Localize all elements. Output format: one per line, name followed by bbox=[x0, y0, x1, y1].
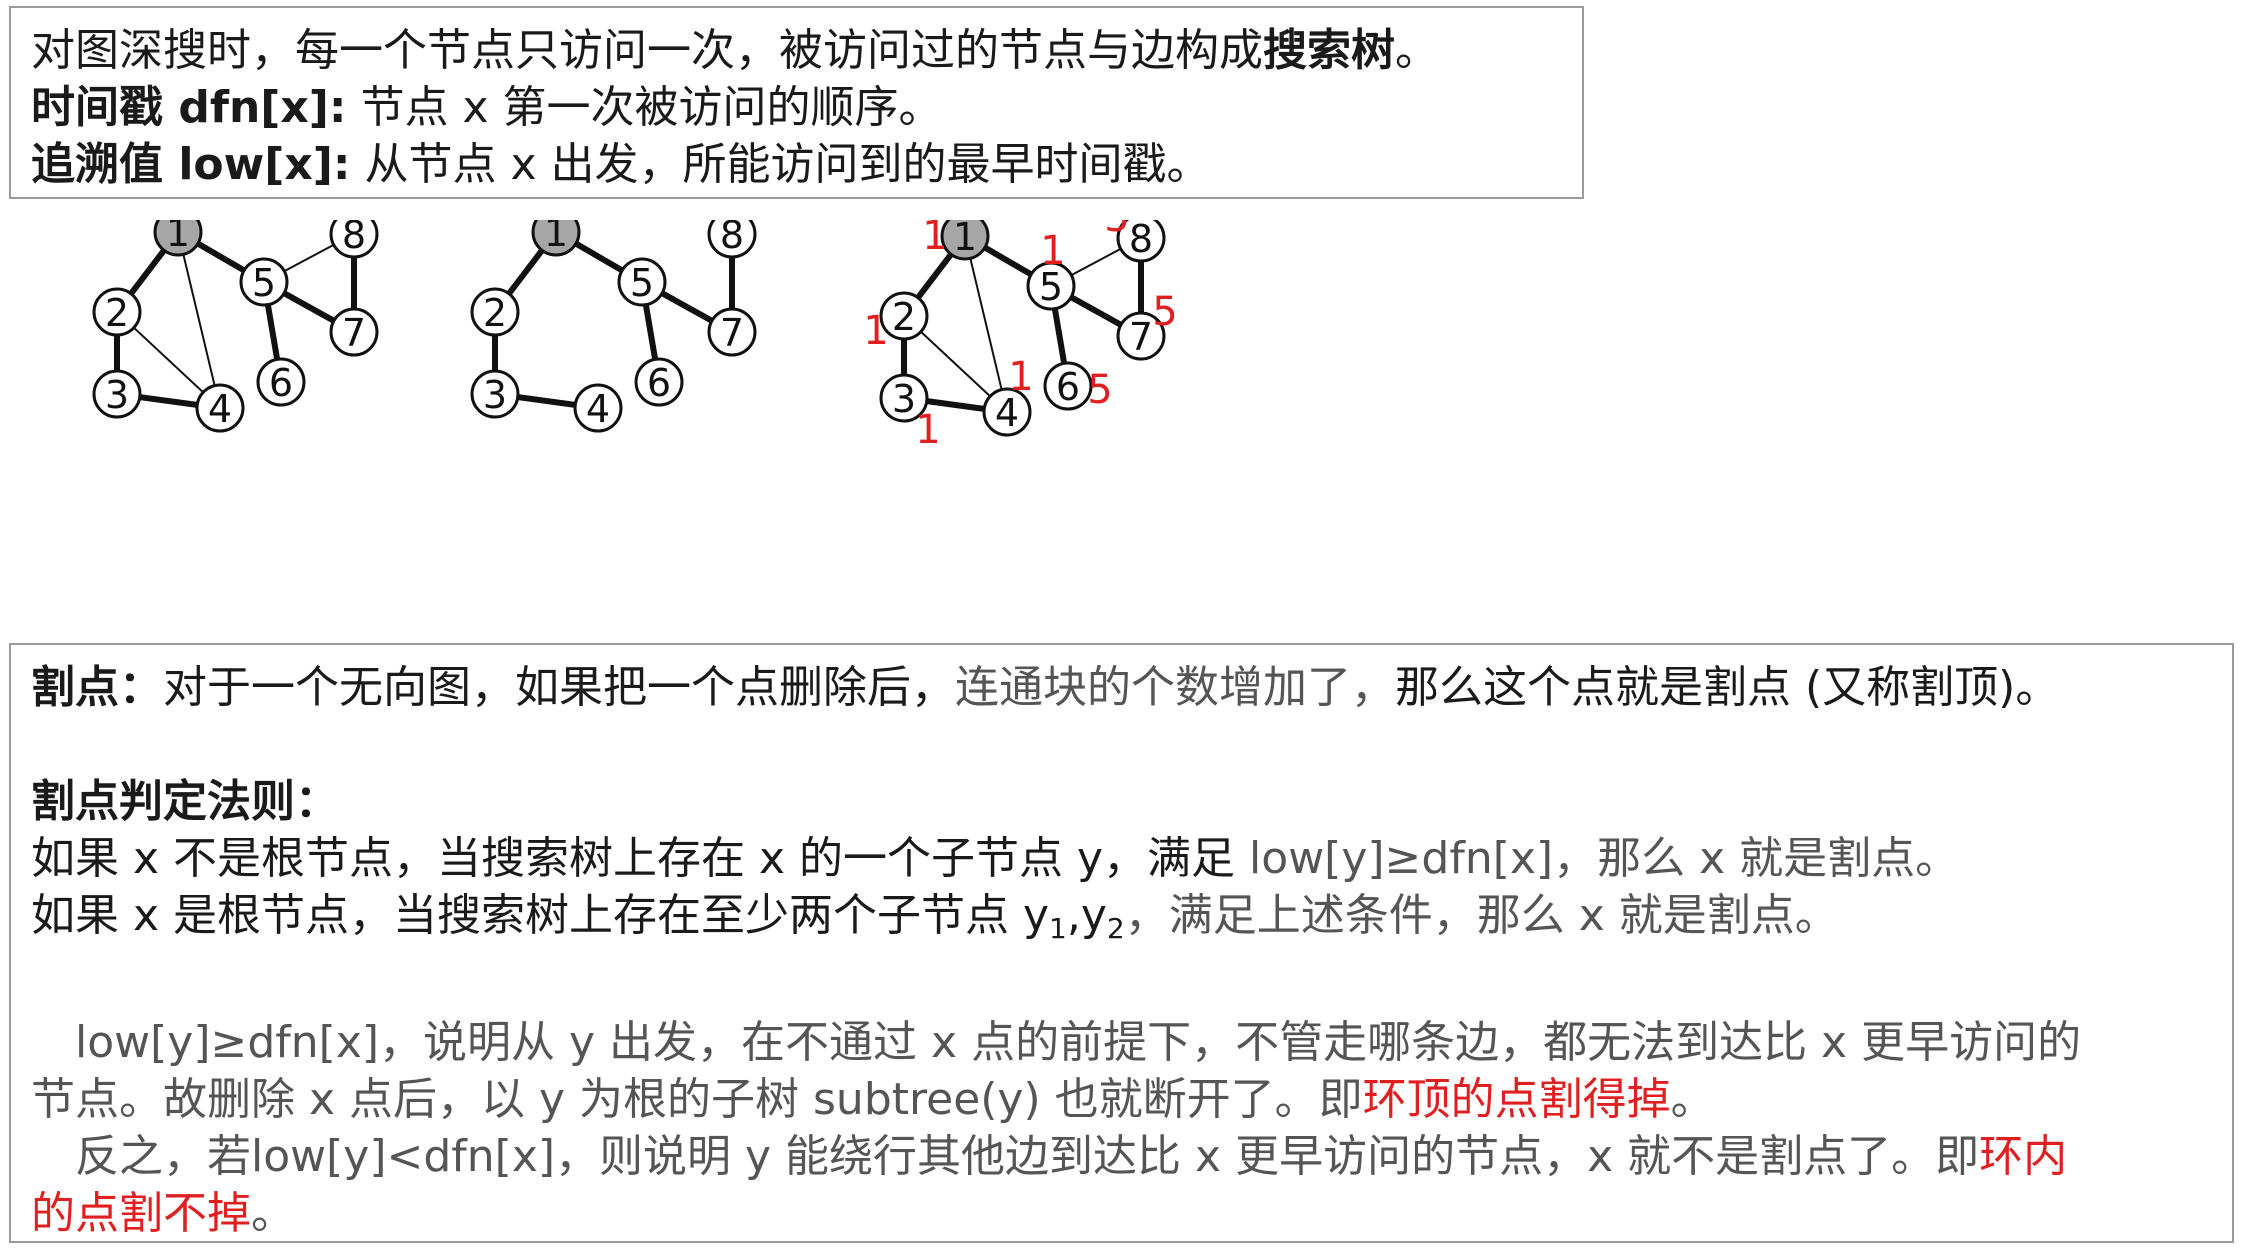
rule-part: 如果 x 是根节点，当搜索树上存在至少两个子节点 y bbox=[31, 890, 1050, 941]
definition-text: 对图深搜时，每一个节点只访问一次，被访问过的节点与边构成 bbox=[31, 25, 1263, 76]
highlight-text: 的点割不掉 bbox=[31, 1188, 251, 1239]
graph-diagrams: 12345678 12345678 1121314151657585 bbox=[92, 220, 1178, 453]
para-part: 。 bbox=[251, 1188, 295, 1239]
node-label: 2 bbox=[483, 291, 507, 335]
low-definition: 从节点 x 出发，所能访问到的最早时间戳。 bbox=[350, 139, 1211, 190]
node-label: 3 bbox=[105, 373, 129, 417]
original-graph: 1 2 3 4 5 6 7 8 bbox=[92, 220, 379, 433]
low-value-label: 1 bbox=[863, 308, 888, 354]
highlight-text: 环内 bbox=[1979, 1131, 2068, 1182]
low-value-label: 5 bbox=[1104, 220, 1129, 241]
node-label: 4 bbox=[586, 387, 610, 431]
node-label: 2 bbox=[892, 295, 916, 339]
node-label: 8 bbox=[342, 220, 366, 257]
node-label: 7 bbox=[342, 311, 366, 355]
explanation-para-2-cont: 的点割不掉。 bbox=[31, 1185, 2212, 1242]
rule-title: 割点判定法则： bbox=[31, 776, 339, 827]
low-value-label: 5 bbox=[1087, 367, 1112, 413]
cut-def-part: 对于一个无向图，如果把一个点删除后， bbox=[163, 662, 955, 713]
low-value-label: 5 bbox=[1152, 289, 1177, 335]
definition-line-1: 对图深搜时，每一个节点只访问一次，被访问过的节点与边构成搜索树。 bbox=[31, 22, 1562, 79]
definition-line-2: 时间戳 dfn[x]: 节点 x 第一次被访问的顺序。 bbox=[31, 79, 1562, 136]
rule-part: 如果 x 不是根节点，当搜索树上存在 x 的一个子节点 y，满足 bbox=[31, 833, 1250, 884]
explanation-para-1: low[y]≥dfn[x]，说明从 y 出发，在不通过 x 点的前提下，不管走哪… bbox=[31, 1017, 2082, 1068]
node-label: 8 bbox=[720, 220, 744, 257]
rule-root: 如果 x 是根节点，当搜索树上存在至少两个子节点 y1,y2，满足上述条件，那么… bbox=[31, 887, 2212, 957]
rule-non-root: 如果 x 不是根节点，当搜索树上存在 x 的一个子节点 y，满足 low[y]≥… bbox=[31, 830, 2212, 887]
definition-line-3: 追溯值 low[x]: 从节点 x 出发，所能访问到的最早时间戳。 bbox=[31, 136, 1562, 193]
cut-vertex-definition: 割点：对于一个无向图，如果把一个点删除后，连通块的个数增加了，那么这个点就是割点… bbox=[31, 659, 2212, 716]
low-term: 追溯值 low[x]: bbox=[31, 139, 351, 190]
node-label: 6 bbox=[269, 361, 293, 405]
para-part: 反之，若low[y]<dfn[x]，则说明 y 能绕行其他边到达比 x 更早访问… bbox=[31, 1131, 1980, 1182]
explanation-para-2: 反之，若low[y]<dfn[x]，则说明 y 能绕行其他边到达比 x 更早访问… bbox=[31, 1128, 2212, 1185]
cut-def-part: 那么这个点就是割点 (又称割顶)。 bbox=[1395, 662, 2060, 713]
search-tree-term: 搜索树 bbox=[1263, 25, 1395, 76]
back-edge bbox=[964, 235, 1008, 413]
node-label: 1 bbox=[544, 220, 568, 255]
node-label: 5 bbox=[252, 261, 276, 305]
subscript: 1 bbox=[1049, 912, 1067, 945]
rule-part: low[y]≥dfn[x]，那么 x 就是割点。 bbox=[1249, 833, 1960, 884]
rule-part: ，满足上述条件，那么 x 就是割点。 bbox=[1124, 890, 1839, 941]
definition-box: 对图深搜时，每一个节点只访问一次，被访问过的节点与边构成搜索树。 时间戳 dfn… bbox=[9, 6, 1584, 199]
low-value-label: 1 bbox=[1040, 228, 1065, 274]
node-label: 7 bbox=[720, 311, 744, 355]
node-label: 5 bbox=[630, 261, 654, 305]
node-label: 6 bbox=[647, 361, 671, 405]
node-label: 7 bbox=[1129, 315, 1153, 359]
back-edge bbox=[177, 231, 221, 409]
node-label: 2 bbox=[105, 291, 129, 335]
low-value-label: 1 bbox=[1008, 354, 1033, 400]
period: 。 bbox=[1395, 25, 1439, 76]
node-label: 1 bbox=[166, 220, 190, 255]
para-part: 节点。故删除 x 点后，以 y 为根的子树 subtree(y) 也就断开了。即 bbox=[31, 1074, 1363, 1125]
explanation-para-1-cont: 节点。故删除 x 点后，以 y 为根的子树 subtree(y) 也就断开了。即… bbox=[31, 1071, 2212, 1128]
search-tree: 1 2 3 4 5 6 7 8 bbox=[470, 220, 757, 433]
cut-def-part: 连通块的个数增加了， bbox=[955, 662, 1395, 713]
node-label: 4 bbox=[208, 387, 232, 431]
dfn-term: 时间戳 dfn[x]: bbox=[31, 82, 347, 133]
node-label: 3 bbox=[892, 377, 916, 421]
node-label: 6 bbox=[1056, 365, 1080, 409]
low-value-label: 1 bbox=[922, 220, 947, 259]
low-value-label: 1 bbox=[915, 407, 940, 453]
low-value-graph: 1121314151657585 bbox=[863, 220, 1178, 453]
para-part: 。 bbox=[1670, 1074, 1715, 1125]
node-label: 3 bbox=[483, 373, 507, 417]
subscript: 2 bbox=[1106, 912, 1125, 945]
node-label: 8 bbox=[1129, 220, 1153, 261]
cut-vertex-box: 割点：对于一个无向图，如果把一个点删除后，连通块的个数增加了，那么这个点就是割点… bbox=[9, 643, 2234, 1243]
rule-part: ,y bbox=[1066, 890, 1107, 941]
cut-vertex-term: 割点： bbox=[31, 662, 163, 713]
node-label: 1 bbox=[953, 220, 977, 259]
highlight-text: 环顶的点割得掉 bbox=[1362, 1074, 1671, 1125]
dfn-definition: 节点 x 第一次被访问的顺序。 bbox=[346, 82, 943, 133]
